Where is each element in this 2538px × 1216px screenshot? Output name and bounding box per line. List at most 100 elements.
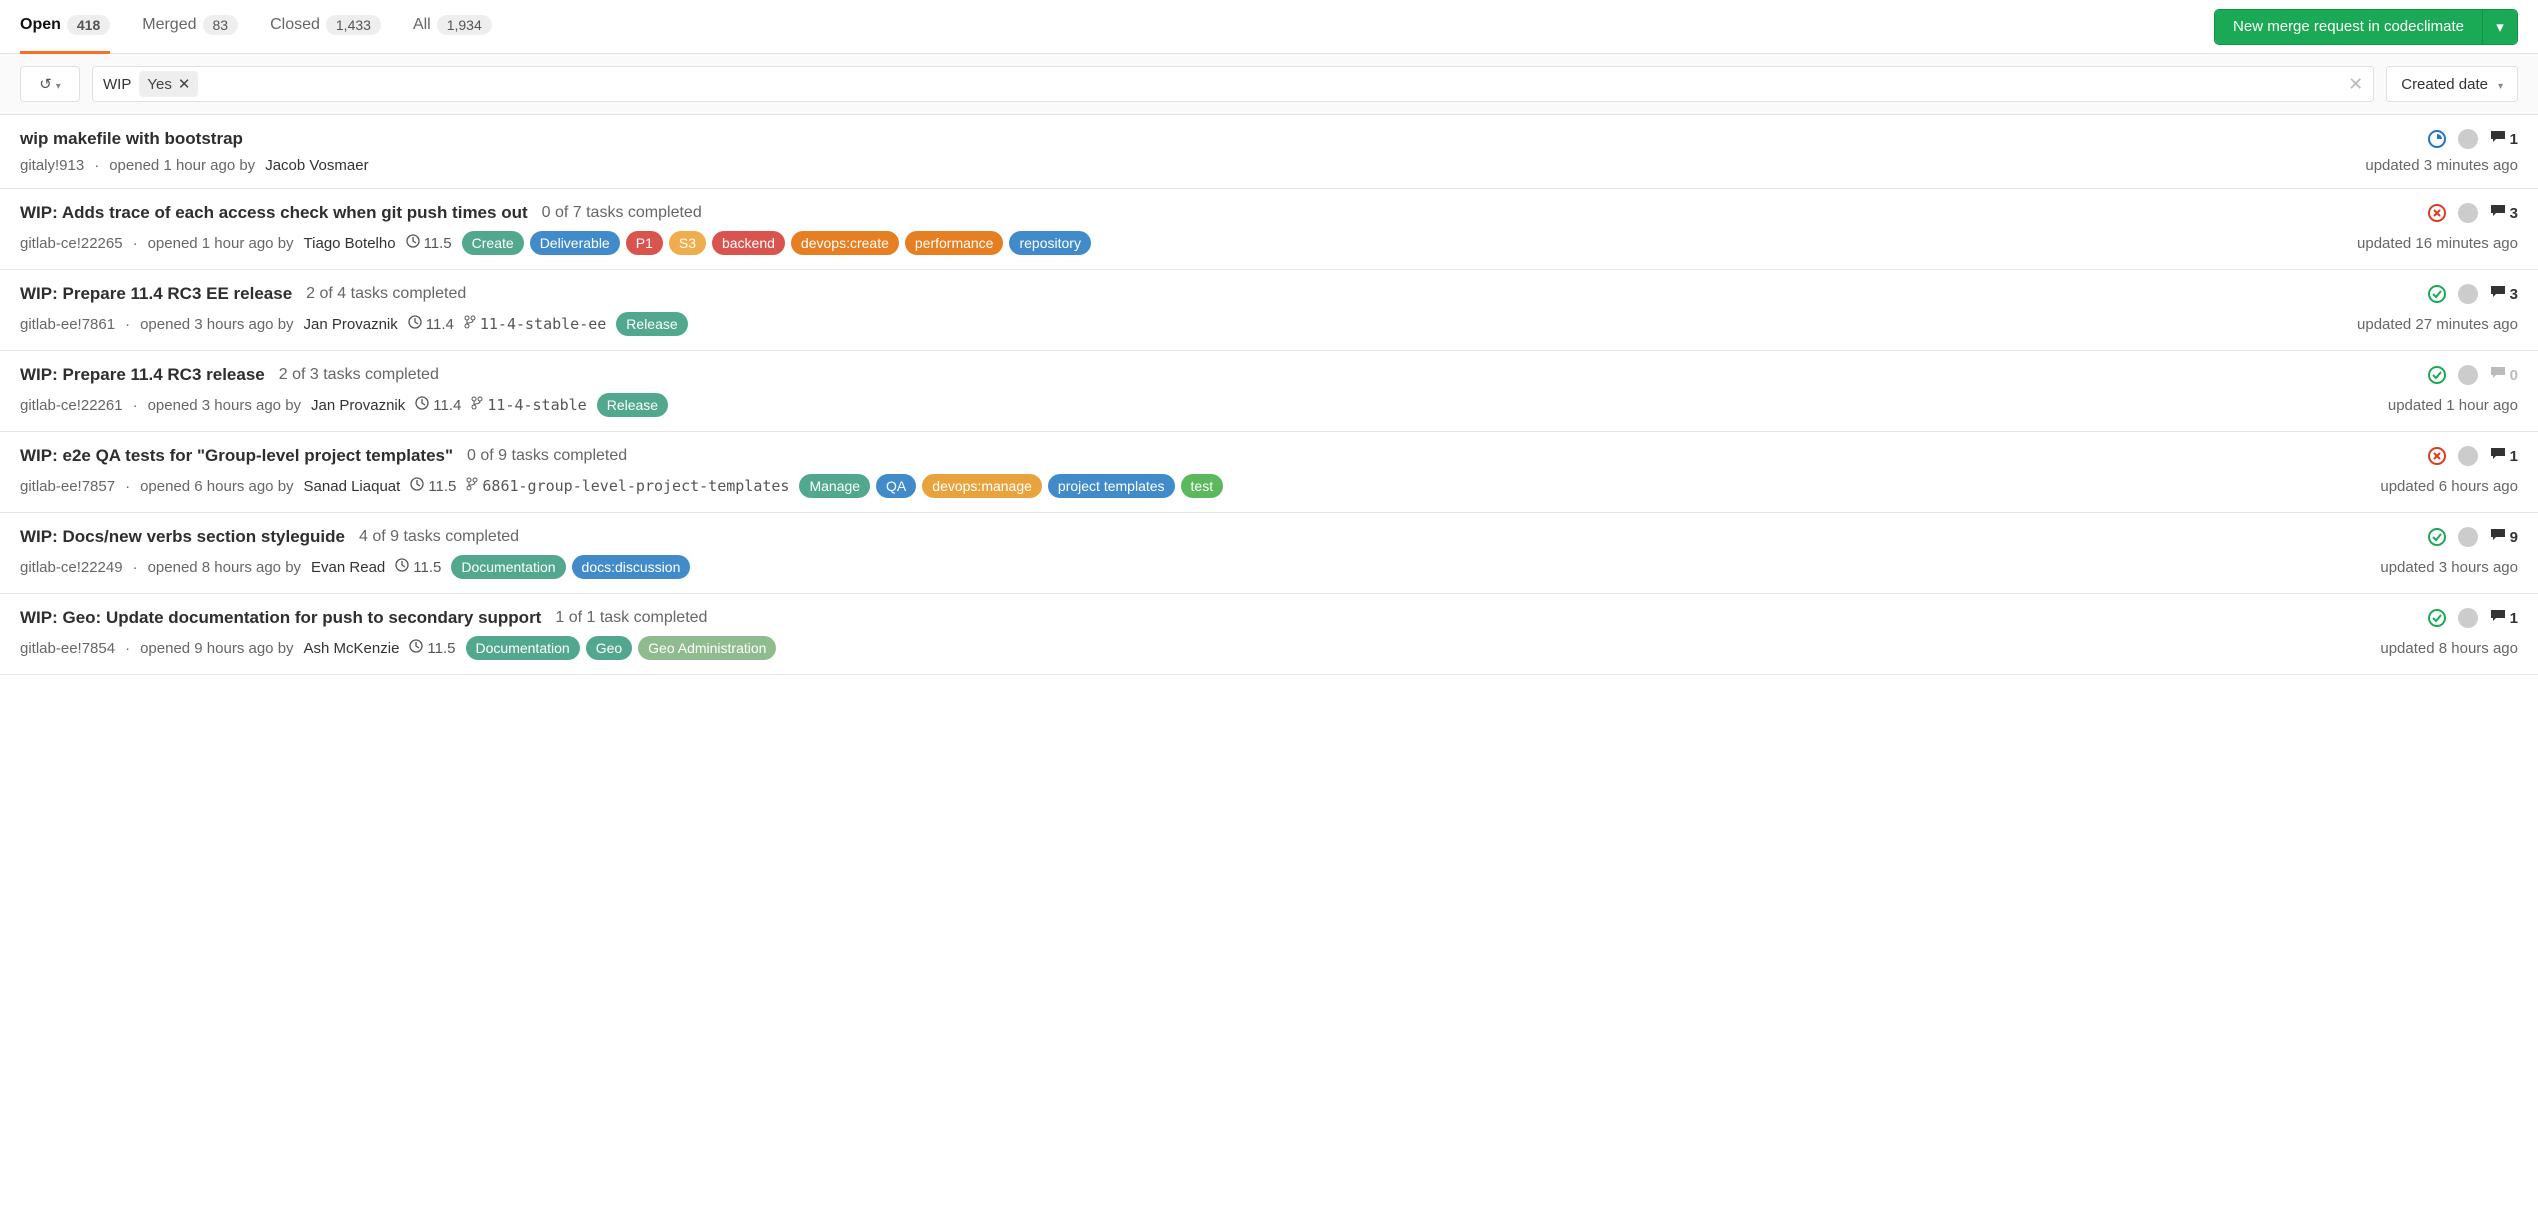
separator: · bbox=[133, 559, 138, 576]
merge-request-title[interactable]: WIP: Prepare 11.4 RC3 EE release bbox=[20, 284, 292, 304]
labels: CreateDeliverableP1S3backenddevops:creat… bbox=[462, 231, 1091, 255]
tab-label: Open bbox=[20, 16, 61, 34]
label[interactable]: QA bbox=[876, 474, 916, 498]
merge-request-ref[interactable]: gitlab-ce!22261 bbox=[20, 397, 123, 414]
filter-token-chip[interactable]: Yes ✕ bbox=[139, 71, 198, 97]
branch-name: 11-4-stable-ee bbox=[480, 315, 606, 333]
comments-count[interactable]: 3 bbox=[2490, 285, 2518, 303]
pipeline-status-success-icon[interactable] bbox=[2428, 609, 2446, 627]
opened-text: opened 1 hour ago by bbox=[109, 157, 255, 174]
label[interactable]: devops:create bbox=[791, 231, 899, 255]
tab-open[interactable]: Open418 bbox=[20, 0, 110, 54]
clear-filter-icon[interactable]: ✕ bbox=[2348, 74, 2363, 95]
pipeline-status-running-icon[interactable] bbox=[2428, 130, 2446, 148]
label[interactable]: Geo bbox=[586, 636, 632, 660]
milestone[interactable]: 11.5 bbox=[406, 234, 452, 252]
assignee-avatar[interactable] bbox=[2458, 527, 2478, 547]
branch-icon bbox=[466, 477, 478, 495]
milestone[interactable]: 11.5 bbox=[395, 558, 441, 576]
author-link[interactable]: Evan Read bbox=[311, 559, 385, 576]
merge-request-meta-right: 3 bbox=[2428, 203, 2518, 223]
label[interactable]: Release bbox=[616, 312, 687, 336]
merge-request-meta: gitaly!913·opened 1 hour ago byJacob Vos… bbox=[20, 157, 369, 174]
label[interactable]: Documentation bbox=[466, 636, 580, 660]
opened-text: opened 6 hours ago by bbox=[140, 478, 293, 495]
label[interactable]: Geo Administration bbox=[638, 636, 776, 660]
target-branch[interactable]: 6861-group-level-project-templates bbox=[466, 477, 789, 495]
label[interactable]: Documentation bbox=[451, 555, 565, 579]
merge-request-title[interactable]: wip makefile with bootstrap bbox=[20, 129, 243, 149]
label[interactable]: performance bbox=[905, 231, 1004, 255]
comments-count[interactable]: 1 bbox=[2490, 609, 2518, 627]
label[interactable]: docs:discussion bbox=[572, 555, 691, 579]
search-history-button[interactable]: ↺ bbox=[20, 66, 80, 102]
comment-icon bbox=[2490, 609, 2506, 627]
separator: · bbox=[125, 316, 130, 333]
merge-request-title[interactable]: WIP: Adds trace of each access check whe… bbox=[20, 203, 528, 223]
author-link[interactable]: Ash McKenzie bbox=[304, 640, 400, 657]
tab-all[interactable]: All1,934 bbox=[413, 0, 492, 54]
pipeline-status-failed-icon[interactable] bbox=[2428, 204, 2446, 222]
merge-request-meta-right: 1 bbox=[2428, 129, 2518, 149]
label[interactable]: test bbox=[1181, 474, 1224, 498]
author-link[interactable]: Sanad Liaquat bbox=[304, 478, 401, 495]
merge-request-ref[interactable]: gitlab-ee!7861 bbox=[20, 316, 115, 333]
milestone[interactable]: 11.4 bbox=[415, 396, 461, 414]
label[interactable]: Deliverable bbox=[530, 231, 620, 255]
remove-token-icon[interactable]: ✕ bbox=[178, 75, 191, 93]
comments-count[interactable]: 3 bbox=[2490, 204, 2518, 222]
milestone-label: 11.5 bbox=[428, 478, 456, 495]
sort-dropdown[interactable]: Created date bbox=[2386, 66, 2518, 102]
merge-request-title[interactable]: WIP: Docs/new verbs section styleguide bbox=[20, 527, 345, 547]
comments-count[interactable]: 0 bbox=[2490, 366, 2518, 384]
author-link[interactable]: Jan Provaznik bbox=[304, 316, 398, 333]
new-merge-request-button[interactable]: New merge request in codeclimate bbox=[2215, 10, 2483, 44]
label[interactable]: Release bbox=[597, 393, 668, 417]
label[interactable]: backend bbox=[712, 231, 785, 255]
separator: · bbox=[125, 478, 130, 495]
milestone[interactable]: 11.4 bbox=[408, 315, 454, 333]
assignee-avatar[interactable] bbox=[2458, 129, 2478, 149]
merge-request-ref[interactable]: gitlab-ce!22249 bbox=[20, 559, 123, 576]
author-link[interactable]: Jan Provaznik bbox=[311, 397, 405, 414]
assignee-avatar[interactable] bbox=[2458, 365, 2478, 385]
assignee-avatar[interactable] bbox=[2458, 608, 2478, 628]
pipeline-status-failed-icon[interactable] bbox=[2428, 447, 2446, 465]
merge-request-title[interactable]: WIP: e2e QA tests for "Group-level proje… bbox=[20, 446, 453, 466]
pipeline-status-success-icon[interactable] bbox=[2428, 366, 2446, 384]
comment-icon bbox=[2490, 528, 2506, 546]
pipeline-status-success-icon[interactable] bbox=[2428, 285, 2446, 303]
author-link[interactable]: Tiago Botelho bbox=[304, 235, 396, 252]
merge-request-ref[interactable]: gitlab-ee!7857 bbox=[20, 478, 115, 495]
label[interactable]: repository bbox=[1009, 231, 1090, 255]
target-branch[interactable]: 11-4-stable bbox=[471, 396, 586, 414]
assignee-avatar[interactable] bbox=[2458, 284, 2478, 304]
author-link[interactable]: Jacob Vosmaer bbox=[265, 157, 368, 174]
assignee-avatar[interactable] bbox=[2458, 446, 2478, 466]
filter-input[interactable]: WIP Yes ✕ ✕ bbox=[92, 66, 2374, 102]
merge-request-ref[interactable]: gitlab-ee!7854 bbox=[20, 640, 115, 657]
merge-request-ref[interactable]: gitaly!913 bbox=[20, 157, 84, 174]
comments-count[interactable]: 1 bbox=[2490, 447, 2518, 465]
label[interactable]: devops:manage bbox=[922, 474, 1042, 498]
milestone[interactable]: 11.5 bbox=[410, 477, 456, 495]
merge-request-title[interactable]: WIP: Geo: Update documentation for push … bbox=[20, 608, 541, 628]
new-merge-request-dropdown[interactable]: ▾ bbox=[2483, 10, 2517, 44]
label[interactable]: P1 bbox=[626, 231, 663, 255]
assignee-avatar[interactable] bbox=[2458, 203, 2478, 223]
milestone[interactable]: 11.5 bbox=[409, 639, 455, 657]
merge-request-ref[interactable]: gitlab-ce!22265 bbox=[20, 235, 123, 252]
label[interactable]: Manage bbox=[799, 474, 870, 498]
comments-count[interactable]: 9 bbox=[2490, 528, 2518, 546]
pipeline-status-success-icon[interactable] bbox=[2428, 528, 2446, 546]
tab-closed[interactable]: Closed1,433 bbox=[270, 0, 381, 54]
label[interactable]: Create bbox=[462, 231, 524, 255]
label[interactable]: S3 bbox=[669, 231, 706, 255]
merge-request-meta-right: 0 bbox=[2428, 365, 2518, 385]
merge-request-title[interactable]: WIP: Prepare 11.4 RC3 release bbox=[20, 365, 265, 385]
comments-number: 3 bbox=[2510, 286, 2518, 303]
comments-count[interactable]: 1 bbox=[2490, 130, 2518, 148]
target-branch[interactable]: 11-4-stable-ee bbox=[464, 315, 606, 333]
tab-merged[interactable]: Merged83 bbox=[142, 0, 238, 54]
label[interactable]: project templates bbox=[1048, 474, 1175, 498]
